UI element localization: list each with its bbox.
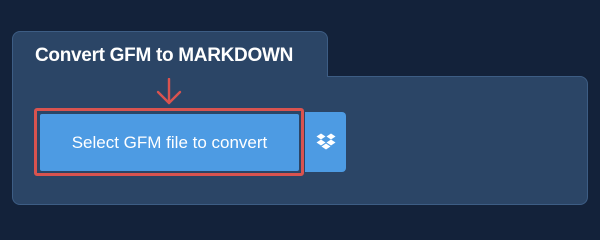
arrow-down-icon — [156, 78, 182, 105]
dropbox-icon — [316, 133, 335, 150]
dropbox-button[interactable] — [305, 112, 346, 172]
select-file-button[interactable]: Select GFM file to convert — [40, 114, 299, 171]
card-title: Convert GFM to MARKDOWN — [35, 45, 294, 66]
